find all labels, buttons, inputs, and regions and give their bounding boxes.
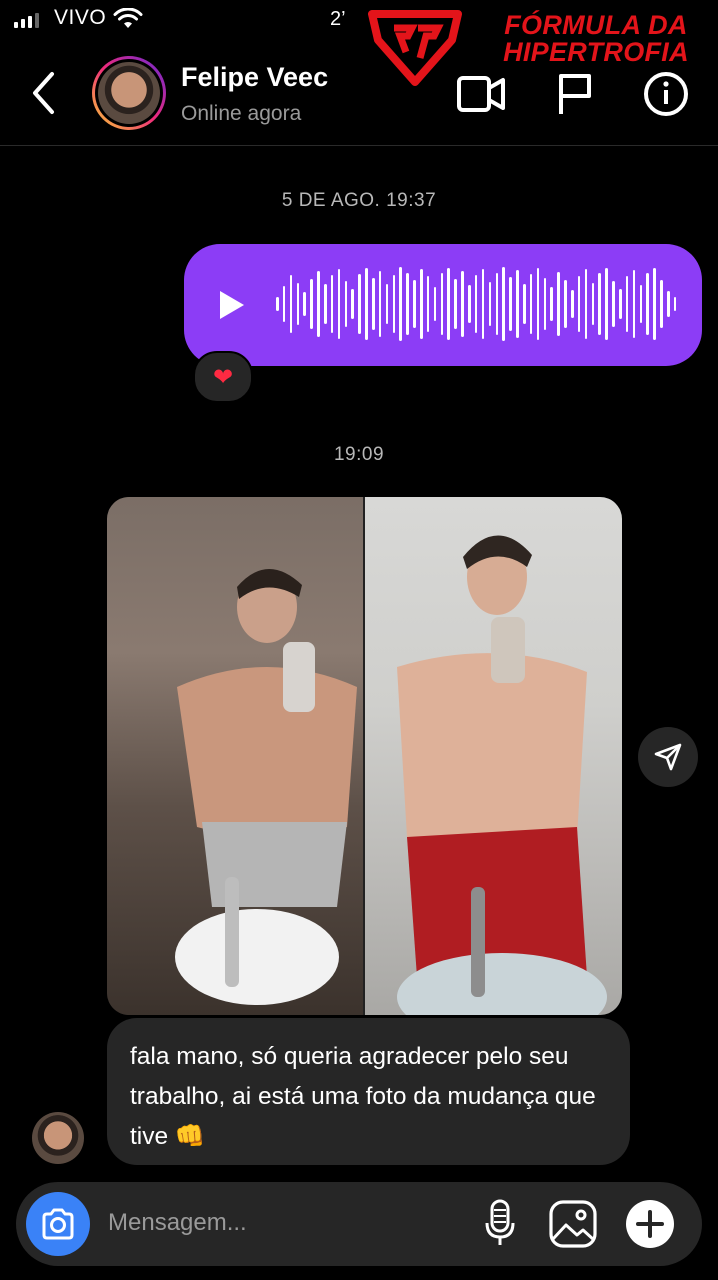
contact-avatar[interactable] xyxy=(92,56,166,130)
play-icon[interactable] xyxy=(216,288,248,322)
gallery-icon[interactable] xyxy=(548,1199,598,1249)
brand-title-line1: FÓRMULA DA xyxy=(504,10,688,40)
brand-title-line2: HIPERTROFIA xyxy=(503,37,689,67)
clock: 2’ xyxy=(330,8,346,30)
date-separator: 5 DE AGO. 19:37 xyxy=(281,190,437,211)
header-divider xyxy=(0,145,718,146)
message-input[interactable] xyxy=(108,1203,438,1243)
info-icon[interactable] xyxy=(640,72,692,116)
camera-icon xyxy=(42,1208,74,1240)
audio-waveform[interactable] xyxy=(276,264,677,344)
incoming-message-text: fala mano, só queria agradecer pelo seu … xyxy=(130,1043,596,1150)
signal-icon xyxy=(14,10,39,28)
share-button[interactable] xyxy=(638,727,698,787)
flag-icon[interactable] xyxy=(555,72,595,116)
sender-avatar[interactable] xyxy=(32,1112,84,1164)
contact-status: Online agora xyxy=(181,102,302,125)
photo-figures xyxy=(175,535,607,1015)
share-icon xyxy=(654,743,682,771)
brand-title: FÓRMULA DA HIPERTROFIA xyxy=(478,12,714,66)
back-icon[interactable] xyxy=(30,70,60,116)
microphone-icon[interactable] xyxy=(484,1199,516,1249)
photo-message[interactable] xyxy=(107,497,622,1015)
avatar-photo xyxy=(98,62,160,124)
carrier-label: VIVO xyxy=(54,6,107,29)
wifi-icon xyxy=(113,8,143,28)
brand-logo-icon xyxy=(368,10,462,86)
heart-icon[interactable]: ❤ xyxy=(193,351,253,403)
time-separator: 19:09 xyxy=(333,444,385,465)
plus-icon[interactable] xyxy=(625,1199,675,1249)
contact-name[interactable]: Felipe Veec xyxy=(181,62,351,93)
video-call-icon[interactable] xyxy=(455,72,507,116)
camera-button[interactable] xyxy=(26,1192,90,1256)
